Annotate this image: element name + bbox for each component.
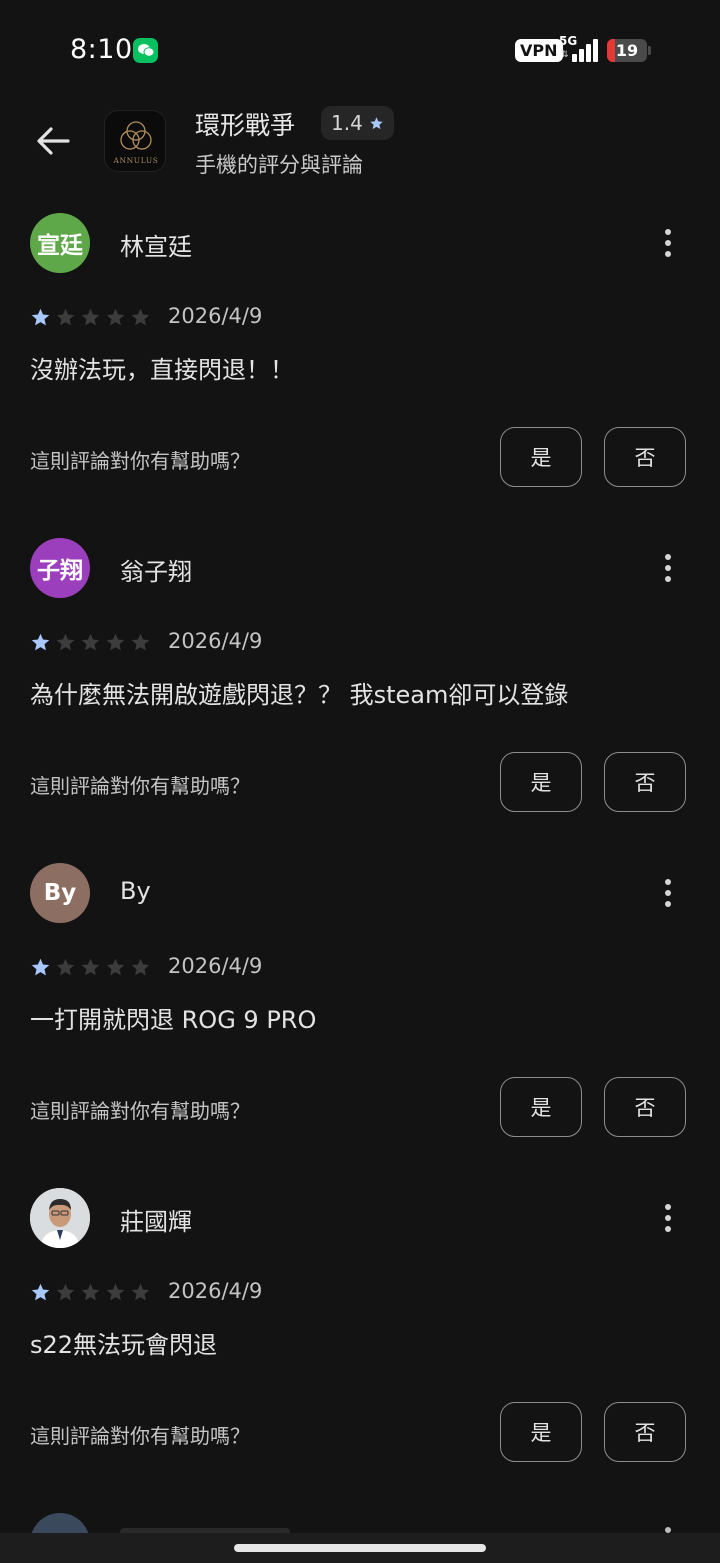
signal-icon xyxy=(572,39,600,62)
star-icon xyxy=(370,116,383,129)
review-card: 莊國輝 2026/4/9 s22無法玩會閃退 這則評論對你有幫助嗎？ 是 否 xyxy=(0,1188,720,1513)
more-options-icon-dot xyxy=(665,890,671,896)
helpful-question: 這則評論對你有幫助嗎？ xyxy=(30,774,250,798)
review-card: By By 2026/4/9 一打開就閃退 ROG 9 PRO 這則評論對你有幫… xyxy=(0,863,720,1188)
helpful-no-button[interactable]: 否 xyxy=(604,752,686,812)
more-options-button[interactable] xyxy=(652,223,684,263)
star-empty-icon xyxy=(56,633,75,651)
star-empty-icon xyxy=(131,308,150,326)
more-options-icon-dot xyxy=(665,251,671,257)
user-photo xyxy=(30,1188,90,1248)
review-date: 2026/4/9 xyxy=(168,304,263,328)
helpful-no-button[interactable]: 否 xyxy=(604,1402,686,1462)
app-icon-logo-text: ANNULUS xyxy=(112,156,158,165)
star-empty-icon xyxy=(81,633,100,651)
more-options-button[interactable] xyxy=(652,548,684,588)
average-rating: 1.4 xyxy=(331,111,363,135)
star-rating xyxy=(30,957,151,978)
avatar: 宣廷 xyxy=(30,213,90,273)
star-rating xyxy=(30,307,151,328)
star-filled-icon xyxy=(31,308,50,326)
screen: 8:10 VPN 5G ⇅ 19 ANNULUS 環形戰爭 1.4 手機的評分與… xyxy=(0,0,720,1563)
review-text: s22無法玩會閃退 xyxy=(30,1331,218,1359)
more-options-button[interactable] xyxy=(652,1198,684,1238)
review-date: 2026/4/9 xyxy=(168,954,263,978)
star-rating xyxy=(30,632,151,653)
helpful-question: 這則評論對你有幫助嗎？ xyxy=(30,1099,250,1123)
back-button[interactable] xyxy=(30,118,76,164)
review-card: 宣廷 林宣廷 2026/4/9 沒辦法玩，直接閃退！！ 這則評論對你有幫助嗎？ … xyxy=(0,213,720,538)
avatar-initials: 子翔 xyxy=(37,558,83,584)
more-options-icon-dot xyxy=(665,879,671,885)
helpful-yes-button[interactable]: 是 xyxy=(500,427,582,487)
reviewer-name: 莊國輝 xyxy=(120,1208,192,1236)
review-text: 沒辦法玩，直接閃退！！ xyxy=(30,356,294,384)
star-empty-icon xyxy=(106,1283,125,1301)
helpful-yes-button[interactable]: 是 xyxy=(500,1077,582,1137)
star-empty-icon xyxy=(106,958,125,976)
page-subtitle: 手機的評分與評論 xyxy=(195,153,363,177)
avatar xyxy=(30,1188,90,1248)
star-empty-icon xyxy=(81,308,100,326)
avatar: 子翔 xyxy=(30,538,90,598)
more-options-icon-dot xyxy=(665,576,671,582)
home-indicator[interactable] xyxy=(234,1544,486,1552)
helpful-question: 這則評論對你有幫助嗎？ xyxy=(30,449,250,473)
data-activity-icon: ⇅ xyxy=(561,50,569,60)
star-empty-icon xyxy=(131,958,150,976)
review-date: 2026/4/9 xyxy=(168,629,263,653)
star-empty-icon xyxy=(106,633,125,651)
star-empty-icon xyxy=(56,308,75,326)
star-empty-icon xyxy=(56,958,75,976)
battery-tip xyxy=(648,46,651,55)
arrow-back-icon xyxy=(37,127,70,155)
review-card: 子翔 翁子翔 2026/4/9 為什麼無法開啟遊戲閃退？？ 我steam卻可以登… xyxy=(0,538,720,863)
more-options-icon-dot xyxy=(665,240,671,246)
helpful-yes-button[interactable]: 是 xyxy=(500,1402,582,1462)
review-text: 為什麼無法開啟遊戲閃退？？ 我steam卻可以登錄 xyxy=(30,681,569,709)
avatar-initials: By xyxy=(43,880,77,906)
reviewer-name: 林宣廷 xyxy=(120,233,192,261)
vpn-badge: VPN xyxy=(515,39,563,62)
more-options-icon-dot xyxy=(665,1215,671,1221)
rating-chip: 1.4 xyxy=(321,106,394,140)
more-options-icon-dot xyxy=(665,554,671,560)
helpful-yes-button[interactable]: 是 xyxy=(500,752,582,812)
star-filled-icon xyxy=(31,633,50,651)
status-time: 8:10 xyxy=(70,34,133,65)
battery-icon: 19 xyxy=(607,39,647,62)
more-options-icon-dot xyxy=(665,1226,671,1232)
more-options-icon-dot xyxy=(665,565,671,571)
reviewer-name: By xyxy=(120,877,151,905)
battery-level: 19 xyxy=(615,41,639,60)
review-text: 一打開就閃退 ROG 9 PRO xyxy=(30,1006,317,1034)
star-rating xyxy=(30,1282,151,1303)
app-icon: ANNULUS xyxy=(104,110,166,172)
app-title: 環形戰爭 xyxy=(195,111,296,140)
helpful-no-button[interactable]: 否 xyxy=(604,427,686,487)
star-empty-icon xyxy=(131,1283,150,1301)
star-filled-icon xyxy=(31,958,50,976)
star-empty-icon xyxy=(56,1283,75,1301)
avatar: By xyxy=(30,863,90,923)
more-options-icon-dot xyxy=(665,229,671,235)
star-empty-icon xyxy=(81,1283,100,1301)
star-filled-icon xyxy=(31,1283,50,1301)
star-empty-icon xyxy=(81,958,100,976)
status-bar: 8:10 VPN 5G ⇅ 19 xyxy=(0,0,720,100)
reviewer-name: 翁子翔 xyxy=(120,558,192,586)
avatar-initials: 宣廷 xyxy=(37,233,83,259)
more-options-icon-dot xyxy=(665,901,671,907)
wechat-notification-icon xyxy=(133,38,158,63)
review-date: 2026/4/9 xyxy=(168,1279,263,1303)
star-empty-icon xyxy=(131,633,150,651)
more-options-icon-dot xyxy=(665,1204,671,1210)
star-empty-icon xyxy=(106,308,125,326)
helpful-question: 這則評論對你有幫助嗎？ xyxy=(30,1424,250,1448)
more-options-button[interactable] xyxy=(652,873,684,913)
helpful-no-button[interactable]: 否 xyxy=(604,1077,686,1137)
